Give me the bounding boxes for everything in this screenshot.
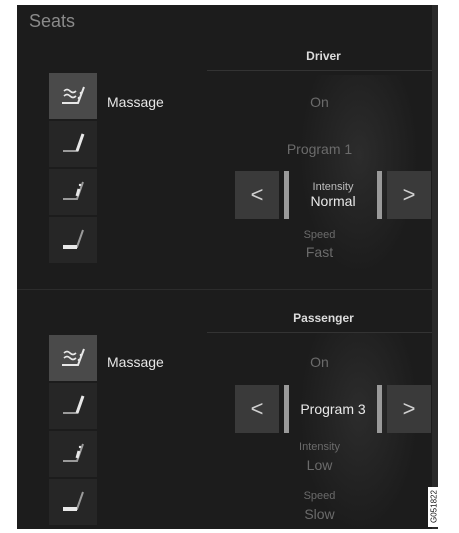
passenger-speed-label: Speed <box>303 490 336 502</box>
driver-section: Driver Massage On Program 1 < Intensity … <box>17 45 432 275</box>
driver-intensity-selector: < Intensity Normal > <box>235 171 431 219</box>
driver-massage-state[interactable]: On <box>207 94 432 110</box>
divider <box>207 332 432 333</box>
passenger-intensity-label: Intensity <box>299 441 340 453</box>
seat-backrest-icon <box>63 395 85 414</box>
passenger-speed-value[interactable]: Slow <box>207 506 432 522</box>
driver-lumbar-button[interactable] <box>49 169 97 215</box>
page-title: Seats <box>29 11 76 31</box>
passenger-massage-state[interactable]: On <box>207 354 432 370</box>
selector-bar-right <box>377 171 382 219</box>
seats-screen: Seats Driver Massage On Program 1 < Inte… <box>17 5 438 529</box>
passenger-program-selector: < Program 3 > <box>235 385 431 433</box>
seat-massage-icon <box>62 86 85 104</box>
selector-bar-left <box>284 385 289 433</box>
section-divider <box>17 289 432 290</box>
selector-bar-right <box>377 385 382 433</box>
driver-intensity-label: Intensity <box>312 181 354 193</box>
seat-cushion-icon <box>63 229 84 249</box>
passenger-cushion-button[interactable] <box>49 479 97 525</box>
chevron-right-icon: > <box>402 182 416 207</box>
chevron-right-icon: > <box>402 396 416 421</box>
passenger-program-next-button[interactable]: > <box>387 385 431 433</box>
seat-backrest-icon <box>63 133 85 152</box>
seat-lumbar-icon <box>63 181 84 200</box>
seat-cushion-icon <box>63 491 84 511</box>
driver-cushion-button[interactable] <box>49 217 97 263</box>
seat-massage-icon <box>62 348 85 366</box>
driver-intensity-prev-button[interactable]: < <box>235 171 279 219</box>
driver-program[interactable]: Program 1 <box>207 141 432 157</box>
passenger-program-value: Program 3 <box>300 401 366 417</box>
passenger-program-display: Program 3 <box>291 385 375 433</box>
driver-intensity-next-button[interactable]: > <box>387 171 431 219</box>
passenger-backrest-button[interactable] <box>49 383 97 429</box>
driver-massage-button[interactable] <box>49 73 97 119</box>
passenger-massage-button[interactable] <box>49 335 97 381</box>
passenger-section: Passenger Massage On < Program 3 > Inten… <box>17 307 432 529</box>
driver-speed-value[interactable]: Fast <box>207 244 432 260</box>
passenger-program-prev-button[interactable]: < <box>235 385 279 433</box>
passenger-massage-label: Massage <box>107 354 164 370</box>
driver-header: Driver <box>306 49 341 63</box>
driver-intensity-display: Intensity Normal <box>291 171 375 219</box>
passenger-intensity-value[interactable]: Low <box>207 457 432 473</box>
image-code-label: G051822 <box>428 487 440 527</box>
driver-intensity-value: Normal <box>310 193 356 209</box>
seat-lumbar-icon <box>63 443 84 462</box>
passenger-header: Passenger <box>293 311 354 325</box>
selector-bar-left <box>284 171 289 219</box>
driver-speed-label: Speed <box>303 229 336 241</box>
driver-backrest-button[interactable] <box>49 121 97 167</box>
chevron-left-icon: < <box>250 182 264 207</box>
passenger-lumbar-button[interactable] <box>49 431 97 477</box>
driver-massage-label: Massage <box>107 94 164 110</box>
chevron-left-icon: < <box>250 396 264 421</box>
divider <box>207 70 432 71</box>
